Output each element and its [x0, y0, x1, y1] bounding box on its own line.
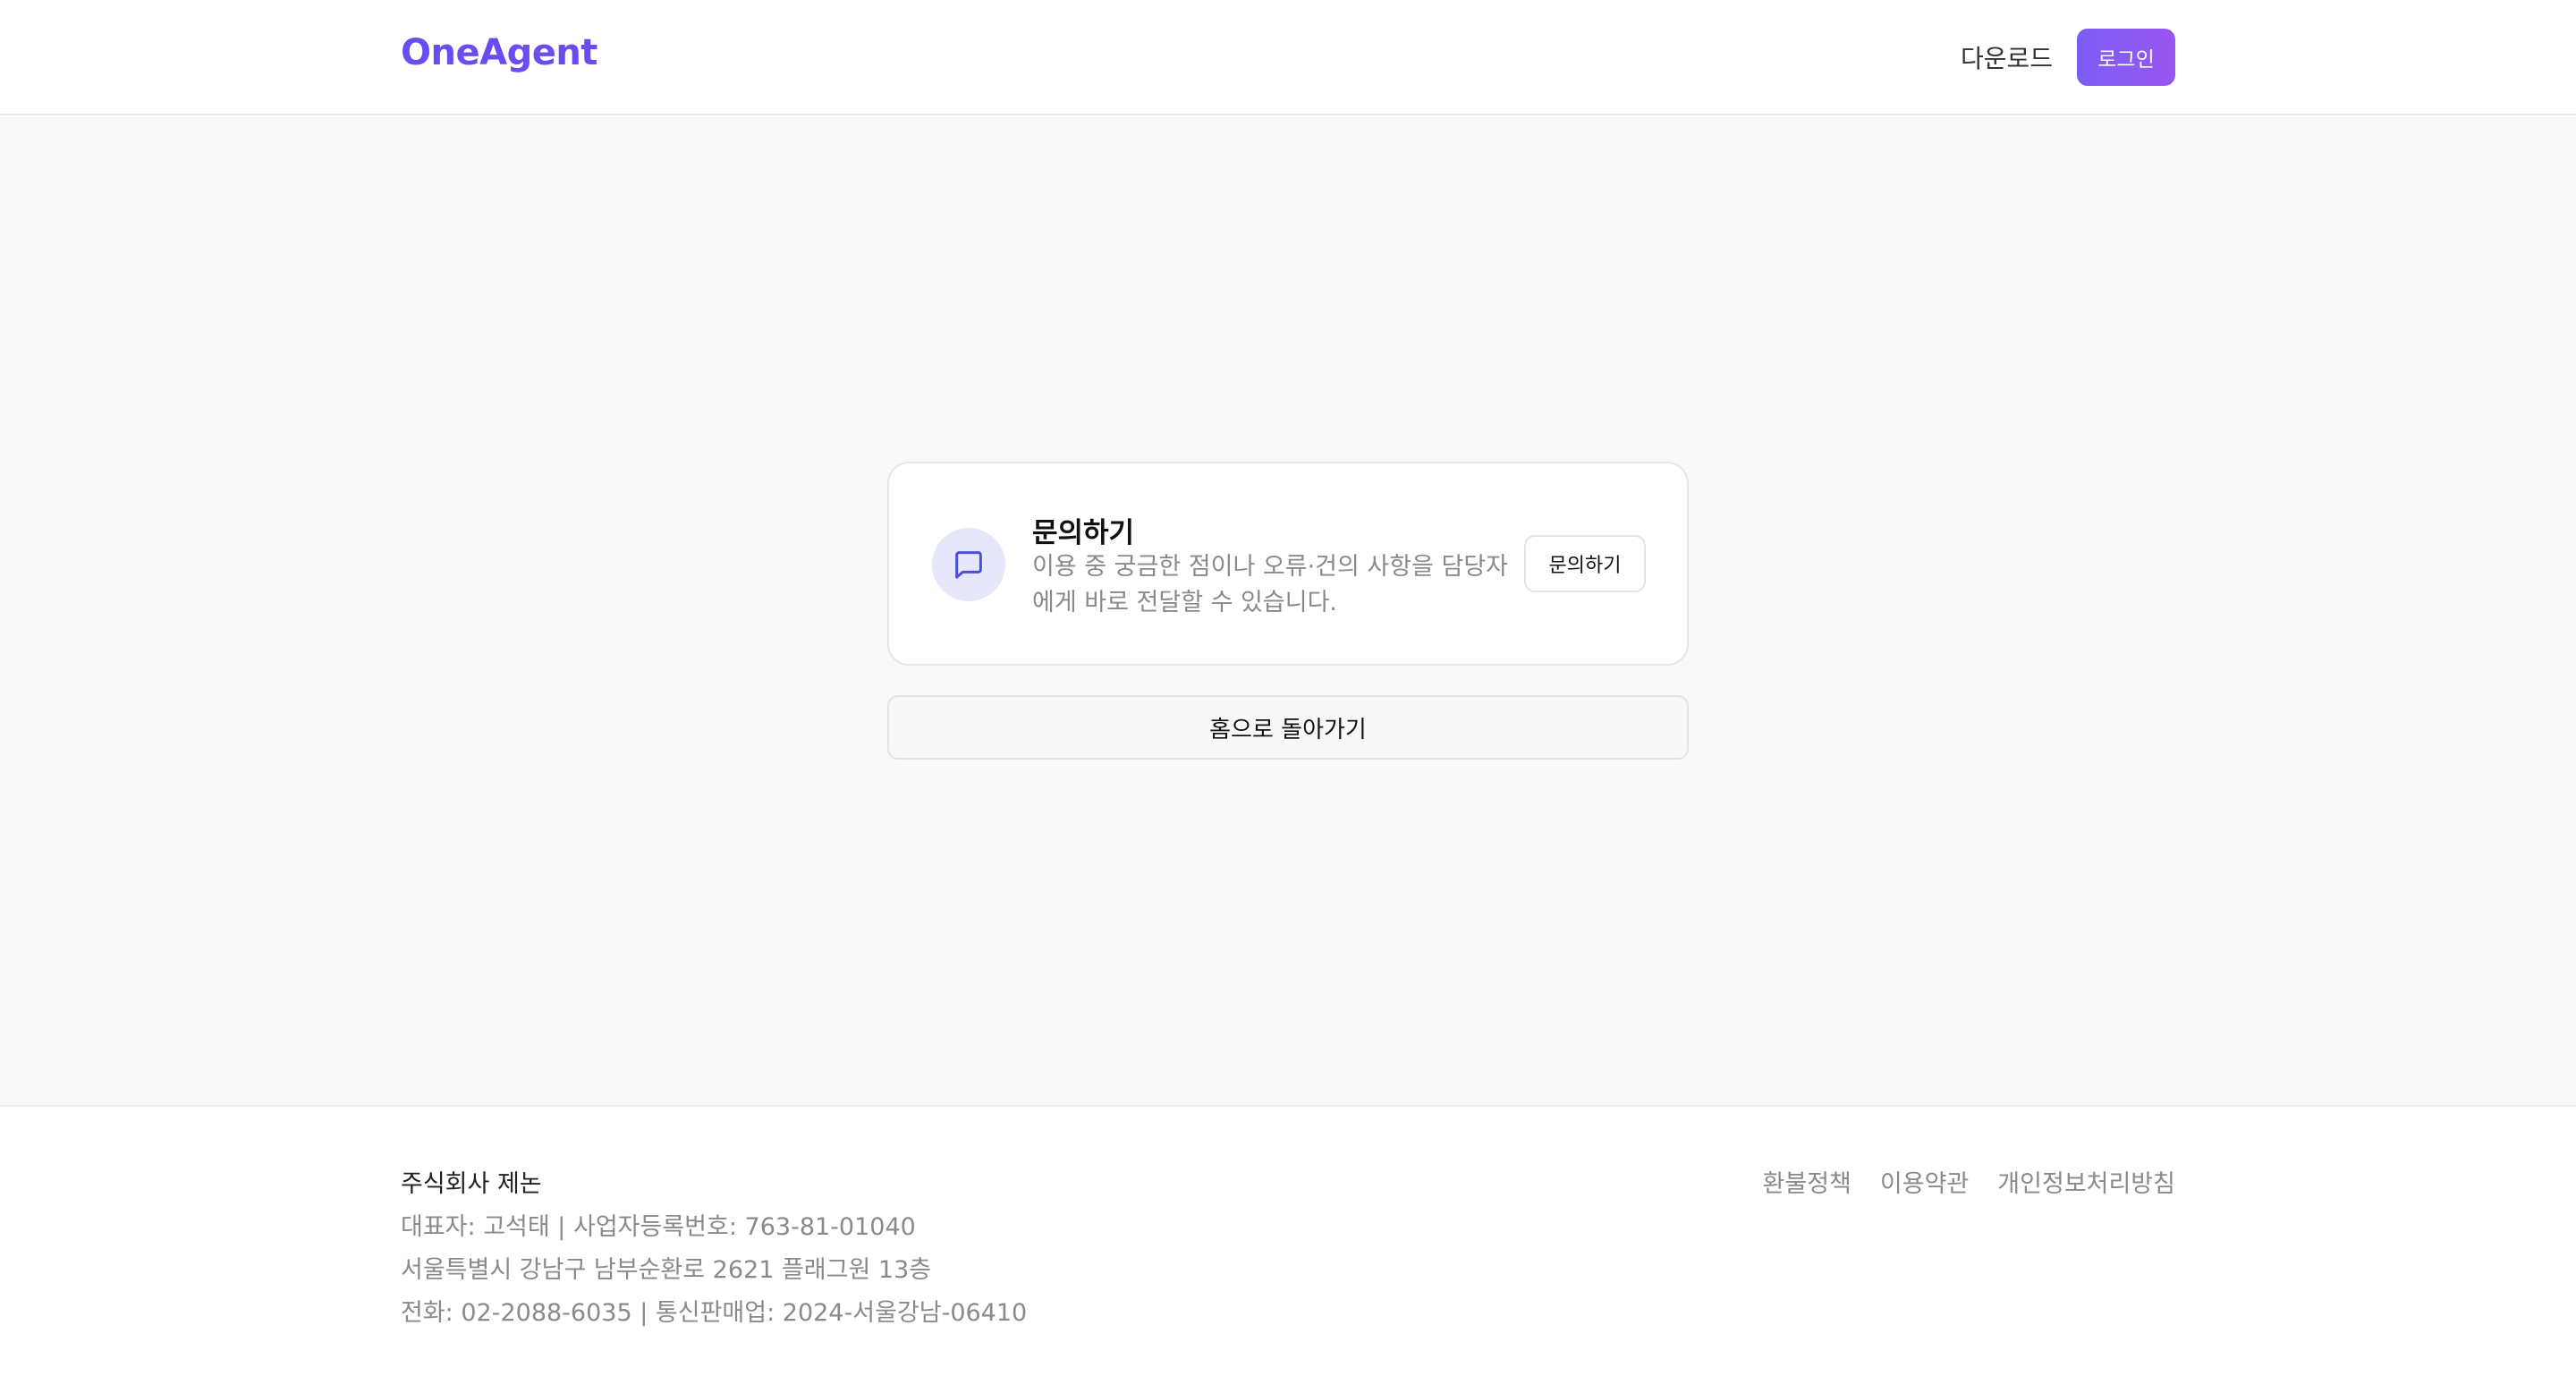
- company-name: 주식회사 제논: [401, 1170, 542, 1198]
- login-button[interactable]: 로그인: [2077, 29, 2175, 86]
- inquiry-title: 문의하기: [1032, 517, 1135, 549]
- inquiry-description: 이용 중 궁금한 점이나 오류·건의 사항을 담당자에게 바로 전달할 수 있습…: [1032, 553, 1509, 616]
- company-representative: 대표자: 고석태 | 사업자등록번호: 763-81-01040: [401, 1213, 916, 1241]
- inquiry-card: 문의하기 이용 중 궁금한 점이나 오류·건의 사항을 담당자에게 바로 전달할…: [887, 462, 1689, 666]
- download-link[interactable]: 다운로드: [1961, 39, 2053, 75]
- footer-links: 환불정책 이용약관 개인정보처리방침: [1763, 1164, 2175, 1199]
- company-contact: 전화: 02-2088-6035 | 통신판매업: 2024-서울강남-0641…: [401, 1299, 1028, 1327]
- message-square-icon: [932, 528, 1005, 601]
- company-address: 서울특별시 강남구 남부순환로 2621 플래그원 13층: [401, 1256, 932, 1284]
- main-content: 문의하기 이용 중 궁금한 점이나 오류·건의 사항을 담당자에게 바로 전달할…: [0, 117, 2576, 1105]
- site-footer: 주식회사 제논 대표자: 고석태 | 사업자등록번호: 763-81-01040…: [0, 1105, 2576, 1385]
- site-header: OneAgent 다운로드 로그인: [0, 0, 2576, 115]
- refund-policy-link[interactable]: 환불정책: [1763, 1164, 1852, 1199]
- logo[interactable]: OneAgent: [401, 32, 597, 73]
- inquiry-button[interactable]: 문의하기: [1524, 535, 1646, 592]
- back-home-button[interactable]: 홈으로 돌아가기: [887, 695, 1689, 760]
- privacy-policy-link[interactable]: 개인정보처리방침: [1997, 1164, 2175, 1199]
- terms-link[interactable]: 이용약관: [1880, 1164, 1969, 1199]
